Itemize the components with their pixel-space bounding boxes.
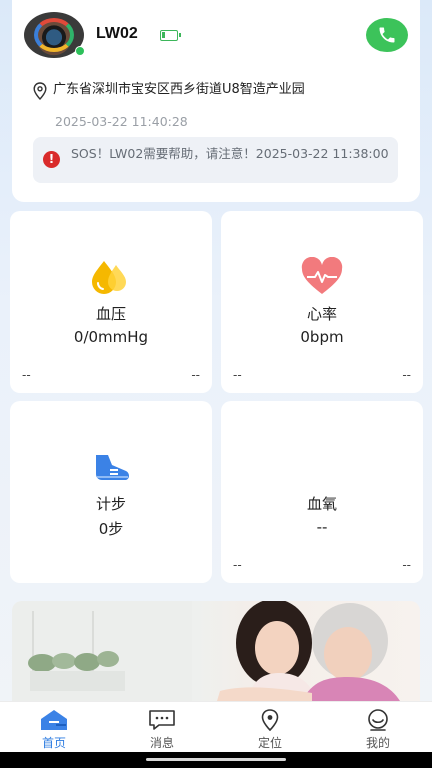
- metric-card-blood-pressure[interactable]: 血压 0/0mmHg -- --: [10, 211, 212, 393]
- metric-label: 血压: [95, 305, 126, 323]
- metric-foot-left: --: [233, 558, 242, 572]
- metric-label: 心率: [306, 305, 337, 323]
- online-status-dot: [75, 46, 85, 56]
- promo-banner[interactable]: [12, 601, 420, 701]
- battery-fill: [162, 32, 165, 38]
- metric-foot-left: --: [233, 368, 242, 382]
- tab-label: 定位: [257, 736, 282, 750]
- sos-alert[interactable]: ! SOS！LW02需要帮助，请注意！2025-03-22 11:38:00: [33, 137, 398, 183]
- device-name: LW02: [96, 25, 138, 42]
- shoe-icon: [96, 455, 129, 480]
- blood-drop-icon: [92, 261, 126, 294]
- metric-value: 0步: [98, 520, 124, 538]
- metric-card-steps[interactable]: 计步 0步: [10, 401, 212, 583]
- tab-location[interactable]: 定位: [216, 702, 324, 753]
- banner-image: [12, 601, 400, 701]
- battery-icon: [160, 30, 181, 41]
- metric-foot-right: --: [402, 368, 411, 382]
- metric-card-heart-rate[interactable]: 心率 0bpm -- --: [221, 211, 423, 393]
- home-indicator[interactable]: [146, 758, 286, 761]
- phone-icon: [379, 27, 395, 43]
- metric-foot-left: --: [22, 368, 31, 382]
- metric-foot-right: --: [191, 368, 200, 382]
- avatar-ring: [34, 18, 74, 52]
- metric-card-blood-oxygen[interactable]: 血氧 -- -- --: [221, 401, 423, 583]
- tab-label: 消息: [149, 736, 174, 750]
- metric-value: --: [316, 518, 328, 536]
- heart-rate-icon: [301, 257, 343, 294]
- tab-label: 首页: [41, 736, 66, 750]
- location-pin-icon: [33, 82, 47, 100]
- location-icon: [261, 709, 279, 732]
- location-timestamp: 2025-03-22 11:40:28: [55, 114, 188, 129]
- profile-icon: [368, 709, 388, 731]
- tab-label: 我的: [365, 736, 390, 750]
- metric-label: 计步: [95, 495, 126, 513]
- home-icon: [41, 710, 67, 730]
- call-button[interactable]: [366, 18, 408, 52]
- metric-value: 0bpm: [300, 328, 344, 346]
- message-icon: [149, 710, 175, 730]
- metric-value: 0/0mmHg: [73, 328, 149, 346]
- tab-messages[interactable]: 消息: [108, 702, 216, 753]
- metric-label: 血氧: [306, 495, 337, 513]
- sos-message: SOS！LW02需要帮助，请注意！2025-03-22 11:38:00: [71, 146, 389, 161]
- alert-icon: !: [43, 151, 60, 168]
- tab-profile[interactable]: 我的: [324, 702, 432, 753]
- metric-foot-right: --: [402, 558, 411, 572]
- tab-home[interactable]: 首页: [0, 702, 108, 753]
- bottom-tab-bar: 首页 消息 定位 我的: [0, 701, 432, 752]
- device-address: 广东省深圳市宝安区西乡街道U8智造产业园: [53, 82, 305, 97]
